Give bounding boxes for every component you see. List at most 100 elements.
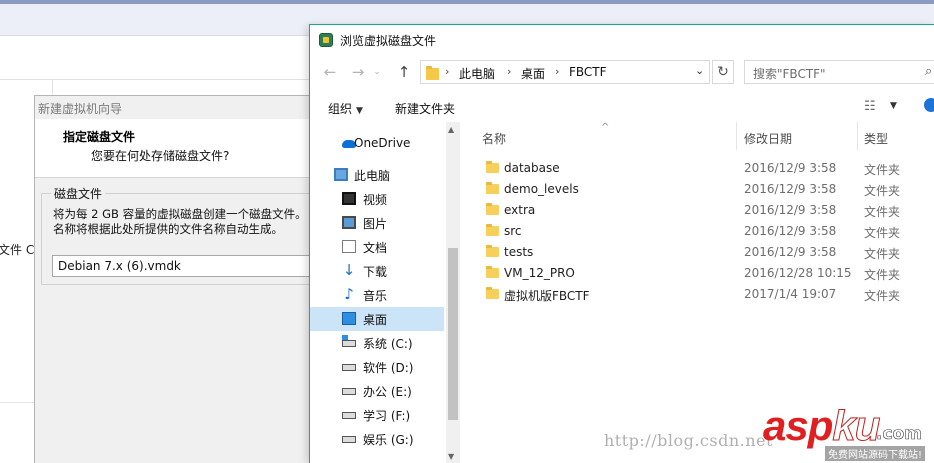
file-name: extra: [504, 203, 536, 217]
file-row[interactable]: demo_levels 2016/12/9 3:58 文件夹: [461, 179, 934, 200]
breadcrumb-this-pc[interactable]: 此电脑: [459, 65, 495, 82]
computer-icon: [334, 168, 348, 181]
nav-item-videos[interactable]: 视频: [310, 187, 444, 211]
nav-item-drive-d[interactable]: 软件 (D:): [310, 355, 444, 379]
breadcrumb-desktop[interactable]: 桌面: [521, 65, 545, 82]
file-type: 文件夹: [864, 289, 901, 303]
organize-label: 组织: [328, 102, 353, 116]
file-row[interactable]: database 2016/12/9 3:58 文件夹: [461, 158, 934, 179]
organize-caret-icon: ▼: [356, 106, 363, 116]
folder-icon: [486, 287, 499, 299]
breadcrumb-separator-icon: ›: [507, 65, 512, 78]
nav-item-label: 音乐: [363, 289, 388, 303]
wizard-header: 指定磁盘文件 您要在何处存储磁盘文件?: [35, 119, 325, 178]
video-icon: [342, 192, 356, 205]
address-dropdown-chevron-icon[interactable]: ⌄: [695, 64, 704, 77]
scroll-down-icon[interactable]: ▼: [448, 452, 454, 461]
nav-item-documents[interactable]: 文档: [310, 235, 444, 259]
nav-item-downloads[interactable]: ↓ 下载: [310, 259, 444, 283]
nav-item-music[interactable]: ♪ 音乐: [310, 283, 444, 307]
up-arrow-icon[interactable]: ↑: [394, 62, 414, 82]
address-bar[interactable]: › 此电脑 › 桌面 › FBCTF ⌄: [420, 60, 710, 84]
disk-filename-input[interactable]: Debian 7.x (6).vmdk: [52, 255, 322, 277]
nav-item-drive-f[interactable]: 学习 (F:): [310, 403, 444, 427]
dialog-titlebar: 浏览虚拟磁盘文件: [310, 25, 934, 55]
drive-icon: [342, 364, 356, 371]
recent-locations-chevron-icon[interactable]: ⌄: [372, 62, 382, 82]
navigation-scrollbar[interactable]: ▲ ▼: [446, 122, 460, 463]
breadcrumb-fbctf[interactable]: FBCTF: [569, 65, 607, 79]
file-row[interactable]: tests 2016/12/9 3:58 文件夹: [461, 242, 934, 263]
nav-item-desktop[interactable]: 桌面: [310, 307, 444, 331]
browse-virtual-disk-dialog: 浏览虚拟磁盘文件 ← → ⌄ ↑ › 此电脑 › 桌面 › FBCTF ⌄ ↻ …: [309, 24, 934, 463]
nav-item-drive-c[interactable]: 系统 (C:): [310, 331, 444, 355]
folder-icon: [486, 182, 499, 194]
file-date: 2016/12/28 10:15: [744, 266, 852, 280]
wizard-title: 新建虚拟机向导: [38, 102, 123, 116]
nav-item-label: 图片: [363, 217, 388, 231]
watermark-logo-ku: ku: [832, 402, 881, 450]
nav-item-drive-g[interactable]: 娱乐 (G:): [310, 427, 444, 451]
file-row[interactable]: src 2016/12/9 3:58 文件夹: [461, 221, 934, 242]
file-name: demo_levels: [504, 182, 579, 196]
nav-item-label: 娱乐 (G:): [363, 433, 414, 447]
nav-item-label: 文档: [363, 241, 388, 255]
background-divider: [0, 79, 310, 80]
nav-item-label: OneDrive: [354, 136, 411, 150]
music-icon: ♪: [344, 285, 354, 303]
column-header-label: 类型: [864, 132, 889, 146]
drive-icon: [342, 412, 356, 419]
drive-icon: [342, 436, 356, 443]
organize-button[interactable]: 组织 ▼: [328, 100, 363, 117]
folder-icon: [486, 245, 499, 257]
help-icon[interactable]: [924, 98, 934, 112]
file-type: 文件夹: [864, 226, 901, 240]
file-name: src: [504, 224, 522, 238]
desktop-icon: [342, 312, 356, 325]
scroll-up-icon[interactable]: ▲: [448, 125, 454, 134]
column-header-date[interactable]: 修改日期: [737, 122, 857, 150]
system-drive-icon: [342, 335, 356, 347]
file-date: 2016/12/9 3:58: [744, 161, 837, 175]
file-name: 虚拟机版FBCTF: [504, 289, 590, 303]
file-row[interactable]: VM_12_PRO 2016/12/28 10:15 文件夹: [461, 263, 934, 284]
nav-item-label: 系统 (C:): [363, 337, 413, 351]
file-type: 文件夹: [864, 205, 901, 219]
watermark-logo: aspku: [763, 402, 881, 450]
file-date: 2016/12/9 3:58: [744, 245, 837, 259]
file-name: VM_12_PRO: [504, 266, 575, 280]
view-options-caret-icon[interactable]: ▼: [890, 101, 897, 111]
watermark-logo-asp: asp: [763, 402, 833, 449]
file-type: 文件夹: [864, 268, 901, 282]
scrollbar-thumb[interactable]: [448, 248, 458, 420]
view-options-icon[interactable]: ☷: [864, 99, 876, 114]
search-icon[interactable]: ⌕: [925, 64, 932, 79]
watermark-url: http://blog.csdn.net: [604, 431, 773, 450]
search-box[interactable]: 搜索"FBCTF" ⌕: [744, 60, 934, 84]
column-header-type[interactable]: 类型: [858, 122, 934, 150]
search-input[interactable]: 搜索"FBCTF": [753, 65, 826, 82]
nav-item-onedrive[interactable]: OneDrive: [310, 132, 444, 156]
disk-file-description: 将为每 2 GB 容量的虚拟磁盘创建一个磁盘文件。 名称将根据此处所提供的文件名…: [53, 207, 307, 236]
file-date: 2016/12/9 3:58: [744, 224, 837, 238]
file-date: 2017/1/4 19:07: [744, 287, 837, 301]
nav-item-this-pc[interactable]: 此电脑: [310, 163, 444, 187]
pictures-icon: [342, 216, 356, 229]
forward-arrow-icon[interactable]: →: [348, 62, 368, 82]
breadcrumb-separator-icon: ›: [445, 65, 450, 78]
nav-item-drive-e[interactable]: 办公 (E:): [310, 379, 444, 403]
nav-item-pictures[interactable]: 图片: [310, 211, 444, 235]
nav-item-label: 此电脑: [354, 169, 391, 183]
drive-icon: [342, 388, 356, 395]
column-header-name[interactable]: 名称: [461, 122, 736, 150]
file-row[interactable]: extra 2016/12/9 3:58 文件夹: [461, 200, 934, 221]
column-header-label: 名称: [482, 132, 507, 146]
background-divider-lower: [0, 402, 36, 403]
file-row[interactable]: 虚拟机版FBCTF 2017/1/4 19:07 文件夹: [461, 284, 934, 305]
refresh-icon[interactable]: ↻: [712, 60, 734, 84]
back-arrow-icon[interactable]: ←: [320, 62, 340, 82]
address-folder-icon: [426, 66, 439, 80]
watermark-logo-com: .com: [876, 424, 923, 445]
background-divider-vertical: [52, 80, 53, 96]
new-folder-button[interactable]: 新建文件夹: [395, 100, 455, 117]
